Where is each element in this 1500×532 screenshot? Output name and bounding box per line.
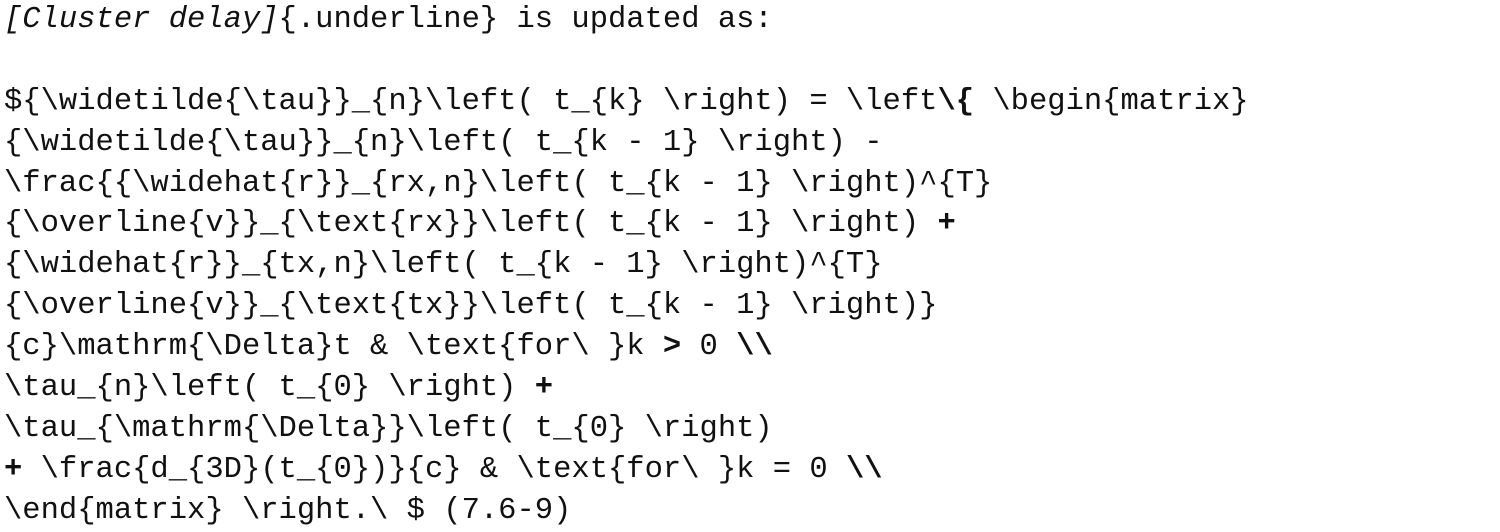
source-line: + \frac{d_{3D}(t_{0})}{c} & \text{for\ }… [4,450,1496,491]
text-segment: 0 [681,330,737,365]
source-line: {\overline{v}}_{\text{tx}}\left( t_{k - … [4,286,1496,327]
text-segment: \end{matrix} \right.\ $ (7.6-9) [4,493,572,528]
text-segment: \tau_{\mathrm{\Delta}}\left( t_{0} \righ… [4,411,773,446]
source-line: {\overline{v}}_{\text{rx}}\left( t_{k - … [4,204,1496,245]
text-segment: {\overline{v}}_{\text{rx}}\left( t_{k - … [4,207,938,242]
text-segment: {\widehat{r}}_{tx,n}\left( t_{k - 1} \ri… [4,248,883,283]
bold-text: \\ [845,452,883,487]
italic-text: [Cluster delay] [4,3,279,37]
bold-text: \{ [937,84,975,119]
source-line: ${\widetilde{\tau}}_{n}\left( t_{k} \rig… [4,82,1496,123]
bold-text: + [534,371,554,406]
bold-text: \\ [736,330,773,365]
text-segment: \tau_{n}\left( t_{0} \right) [4,371,535,406]
bold-text: + [937,207,956,242]
text-segment: \frac{{\widehat{r}}_{rx,n}\left( t_{k - … [4,166,993,201]
text-segment: \frac{d_{3D}(t_{0})}{c} & \text{for\ }k … [22,452,846,487]
latex-source-block: [Cluster delay]{.underline} is updated a… [4,0,1496,532]
text-segment: {\overline{v}}_{\text{tx}}\left( t_{k - … [4,289,938,324]
source-line: \tau_{\mathrm{\Delta}}\left( t_{0} \righ… [4,409,1496,450]
text-segment: {.underline} is updated as: [278,3,773,37]
text-segment: {c}\mathrm{\Delta}t & \text{for\ }k [4,330,663,365]
bold-text: + [4,452,23,487]
source-line: {\widetilde{\tau}}_{n}\left( t_{k - 1} \… [4,123,1496,164]
text-segment: ${\widetilde{\tau}}_{n}\left( t_{k} \rig… [4,84,938,119]
text-segment: {\widetilde{\tau}}_{n}\left( t_{k - 1} \… [4,125,883,160]
text-segment: \begin{matrix} [974,84,1249,119]
source-line: {c}\mathrm{\Delta}t & \text{for\ }k > 0 … [4,327,1496,368]
source-line: {\widehat{r}}_{tx,n}\left( t_{k - 1} \ri… [4,245,1496,286]
bold-text: > [662,330,682,365]
source-line: \tau_{n}\left( t_{0} \right) + [4,368,1496,409]
source-line: \end{matrix} \right.\ $ (7.6-9) [4,491,1496,532]
source-line: [Cluster delay]{.underline} is updated a… [4,0,1496,41]
source-line: \frac{{\widehat{r}}_{rx,n}\left( t_{k - … [4,164,1496,205]
